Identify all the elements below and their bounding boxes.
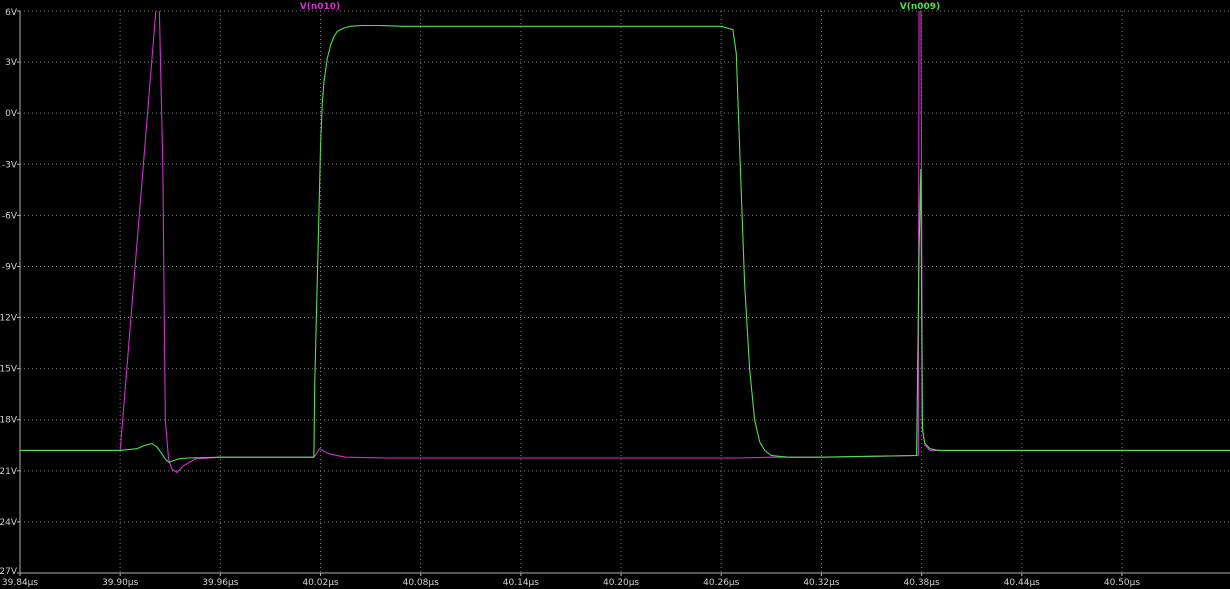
y-tick-label: 3V — [5, 58, 18, 68]
x-tick-label: 40.26µs — [703, 578, 739, 588]
y-tick-label: -21V — [0, 467, 18, 477]
x-tick-label: 40.38µs — [904, 578, 940, 588]
y-tick-label: -24V — [0, 518, 18, 528]
waveform-plot[interactable]: 39.84µs 39.90µs 39.96µs 40.02µs 40.08µs 40.14… — [0, 0, 1230, 589]
x-tick-label: 40.02µs — [302, 578, 338, 588]
y-tick-label: -12V — [0, 314, 18, 324]
y-tick-label: 0V — [5, 109, 18, 119]
x-tick-label: 39.96µs — [202, 578, 238, 588]
y-tick-label: -27V — [0, 567, 18, 577]
x-tick-label: 40.20µs — [603, 578, 639, 588]
y-tick-label: -18V — [0, 416, 18, 426]
x-tick-label: 40.50µs — [1104, 578, 1140, 588]
y-tick-label: -15V — [0, 365, 18, 375]
y-tick-label: -6V — [2, 211, 18, 221]
x-tick-label: 40.44µs — [1004, 578, 1040, 588]
legend-label-v-n010[interactable]: V(n010) — [300, 2, 340, 12]
legend-label-v-n009[interactable]: V(n009) — [900, 2, 940, 12]
x-tick-label: 39.90µs — [102, 578, 138, 588]
x-tick-label: 40.32µs — [803, 578, 839, 588]
y-tick-label: -3V — [2, 160, 18, 170]
y-tick-label: -9V — [2, 262, 18, 272]
y-tick-label: 6V — [5, 8, 18, 18]
plot-background — [0, 0, 1230, 589]
x-tick-label: 39.84µs — [2, 578, 38, 588]
x-tick-label: 40.08µs — [403, 578, 439, 588]
x-tick-label: 40.14µs — [503, 578, 539, 588]
